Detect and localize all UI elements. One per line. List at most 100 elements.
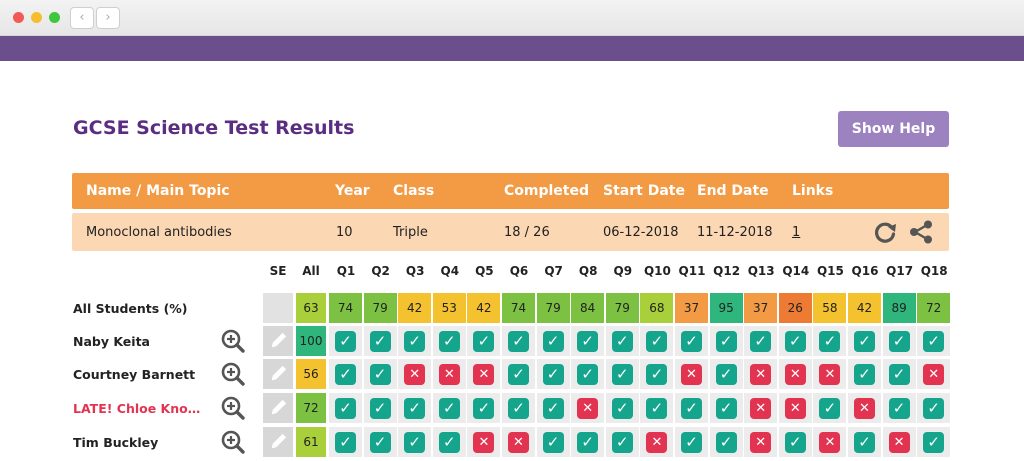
answer-cell[interactable]: ✓ xyxy=(363,359,397,389)
answer-cell[interactable]: ✓ xyxy=(432,326,466,356)
answer-cell[interactable]: ✕ xyxy=(778,393,812,423)
zoom-plus-icon[interactable] xyxy=(220,361,246,387)
show-help-button[interactable]: Show Help xyxy=(838,111,949,147)
zoom-plus-icon[interactable] xyxy=(220,395,246,421)
pencil-icon[interactable] xyxy=(263,427,293,457)
forward-button[interactable]: › xyxy=(96,7,120,29)
answer-cell[interactable]: ✓ xyxy=(329,359,362,389)
column-header-question[interactable]: Q3 xyxy=(398,264,432,278)
column-header-question[interactable]: Q6 xyxy=(502,264,536,278)
test-links-link[interactable]: 1 xyxy=(792,213,800,251)
answer-cell[interactable]: ✓ xyxy=(363,427,397,457)
answer-cell[interactable]: ✓ xyxy=(329,427,362,457)
student-name[interactable]: LATE! Chloe Kno… xyxy=(73,401,200,416)
answer-cell[interactable]: ✓ xyxy=(502,326,535,356)
answer-cell[interactable]: ✓ xyxy=(398,427,432,457)
answer-cell[interactable]: ✕ xyxy=(813,359,847,389)
column-header-question[interactable]: Q12 xyxy=(710,264,744,278)
answer-cell[interactable]: ✓ xyxy=(571,326,605,356)
column-header-question[interactable]: Q7 xyxy=(537,264,571,278)
answer-cell[interactable]: ✓ xyxy=(848,359,881,389)
column-header-question[interactable]: Q2 xyxy=(364,264,398,278)
answer-cell[interactable]: ✓ xyxy=(605,359,639,389)
answer-cell[interactable]: ✓ xyxy=(778,427,812,457)
answer-cell[interactable]: ✓ xyxy=(813,326,847,356)
zoom-plus-icon[interactable] xyxy=(220,328,246,354)
answer-cell[interactable]: ✓ xyxy=(536,359,570,389)
answer-cell[interactable]: ✕ xyxy=(744,393,778,423)
answer-cell[interactable]: ✓ xyxy=(536,427,570,457)
column-header-question[interactable]: Q18 xyxy=(917,264,951,278)
back-button[interactable]: ‹ xyxy=(70,7,94,29)
answer-cell[interactable]: ✓ xyxy=(329,393,362,423)
answer-cell[interactable]: ✓ xyxy=(605,427,639,457)
answer-cell[interactable]: ✓ xyxy=(917,326,951,356)
answer-cell[interactable]: ✓ xyxy=(744,326,778,356)
answer-cell[interactable]: ✕ xyxy=(571,393,605,423)
column-header-question[interactable]: Q16 xyxy=(848,264,882,278)
answer-cell[interactable]: ✓ xyxy=(709,393,743,423)
pencil-icon[interactable] xyxy=(263,393,293,423)
answer-cell[interactable]: ✓ xyxy=(675,427,708,457)
answer-cell[interactable]: ✓ xyxy=(536,393,570,423)
answer-cell[interactable]: ✕ xyxy=(882,427,916,457)
zoom-plus-icon[interactable] xyxy=(220,429,246,455)
answer-cell[interactable]: ✓ xyxy=(467,326,501,356)
answer-cell[interactable]: ✓ xyxy=(502,359,535,389)
answer-cell[interactable]: ✕ xyxy=(917,359,951,389)
answer-cell[interactable]: ✓ xyxy=(640,393,674,423)
answer-cell[interactable]: ✕ xyxy=(778,359,812,389)
minimize-window-dot[interactable] xyxy=(31,12,42,23)
answer-cell[interactable]: ✓ xyxy=(329,326,362,356)
maximize-window-dot[interactable] xyxy=(49,12,60,23)
answer-cell[interactable]: ✓ xyxy=(675,326,708,356)
answer-cell[interactable]: ✓ xyxy=(640,359,674,389)
answer-cell[interactable]: ✓ xyxy=(848,427,881,457)
column-header-question[interactable]: Q1 xyxy=(329,264,363,278)
answer-cell[interactable]: ✕ xyxy=(398,359,432,389)
answer-cell[interactable]: ✕ xyxy=(813,427,847,457)
column-header-question[interactable]: Q11 xyxy=(675,264,709,278)
answer-cell[interactable]: ✓ xyxy=(571,427,605,457)
refresh-icon[interactable] xyxy=(872,219,898,245)
column-header-question[interactable]: Q5 xyxy=(467,264,501,278)
answer-cell[interactable]: ✓ xyxy=(709,326,743,356)
column-header-question[interactable]: Q14 xyxy=(779,264,813,278)
answer-cell[interactable]: ✓ xyxy=(502,393,535,423)
answer-cell[interactable]: ✓ xyxy=(709,359,743,389)
student-name[interactable]: Courtney Barnett xyxy=(73,367,195,382)
answer-cell[interactable]: ✓ xyxy=(882,359,916,389)
answer-cell[interactable]: ✓ xyxy=(605,326,639,356)
answer-cell[interactable]: ✓ xyxy=(848,326,881,356)
share-icon[interactable] xyxy=(908,219,934,245)
answer-cell[interactable]: ✓ xyxy=(813,393,847,423)
answer-cell[interactable]: ✕ xyxy=(502,427,535,457)
answer-cell[interactable]: ✓ xyxy=(675,393,708,423)
pencil-icon[interactable] xyxy=(263,359,293,389)
answer-cell[interactable]: ✓ xyxy=(398,326,432,356)
answer-cell[interactable]: ✓ xyxy=(605,393,639,423)
answer-cell[interactable]: ✓ xyxy=(432,393,466,423)
answer-cell[interactable]: ✓ xyxy=(917,427,951,457)
column-header-question[interactable]: Q13 xyxy=(744,264,778,278)
answer-cell[interactable]: ✕ xyxy=(640,427,674,457)
answer-cell[interactable]: ✕ xyxy=(467,427,501,457)
answer-cell[interactable]: ✕ xyxy=(744,427,778,457)
answer-cell[interactable]: ✕ xyxy=(744,359,778,389)
column-header-question[interactable]: Q15 xyxy=(813,264,847,278)
column-header-question[interactable]: Q9 xyxy=(606,264,640,278)
student-name[interactable]: Naby Keita xyxy=(73,334,150,349)
column-header-question[interactable]: Q4 xyxy=(433,264,467,278)
answer-cell[interactable]: ✓ xyxy=(882,326,916,356)
answer-cell[interactable]: ✓ xyxy=(778,326,812,356)
test-info-row[interactable]: Monoclonal antibodies 10 Triple 18 / 26 … xyxy=(72,213,949,251)
answer-cell[interactable]: ✕ xyxy=(432,359,466,389)
answer-cell[interactable]: ✓ xyxy=(398,393,432,423)
column-header-question[interactable]: Q10 xyxy=(640,264,674,278)
column-header-question[interactable]: Q17 xyxy=(883,264,917,278)
answer-cell[interactable]: ✓ xyxy=(432,427,466,457)
answer-cell[interactable]: ✕ xyxy=(675,359,708,389)
pencil-icon[interactable] xyxy=(263,326,293,356)
student-name[interactable]: Tim Buckley xyxy=(73,435,158,450)
answer-cell[interactable]: ✓ xyxy=(882,393,916,423)
